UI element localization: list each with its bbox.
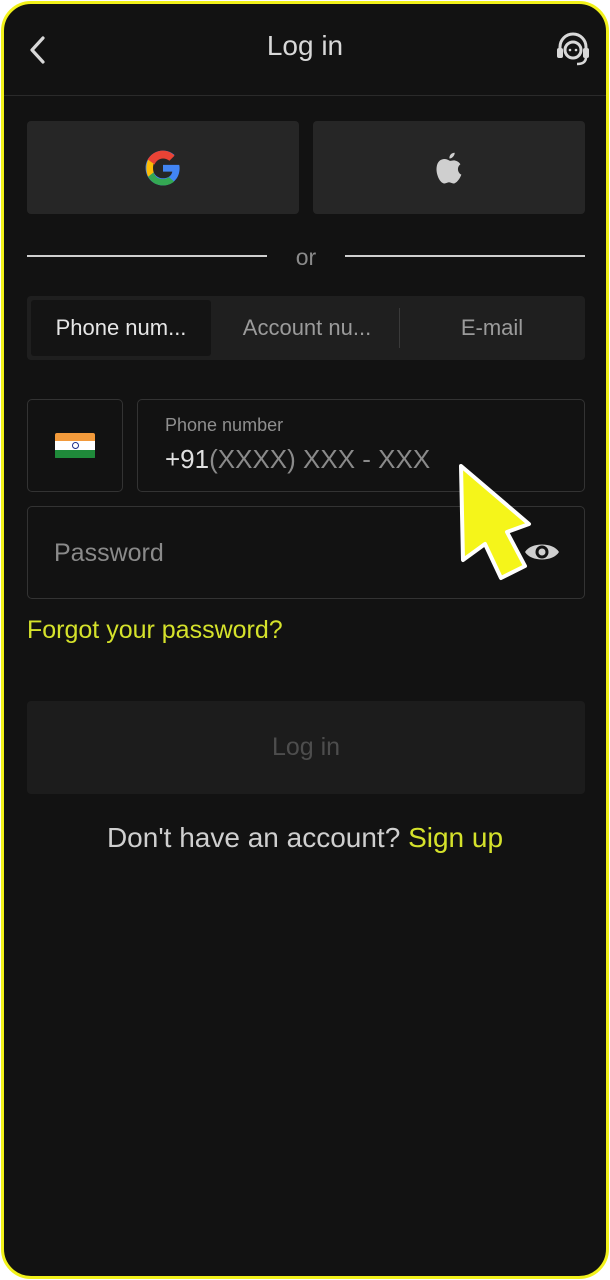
google-icon [145, 150, 180, 185]
phone-number-label: Phone number [165, 415, 284, 435]
country-code-selector[interactable] [27, 399, 123, 492]
show-password-button[interactable] [522, 535, 562, 569]
password-field[interactable]: Password [27, 506, 585, 599]
india-flag-icon [55, 432, 95, 459]
login-button[interactable]: Log in [27, 701, 585, 794]
phone-prefix: +91 [165, 444, 210, 474]
apple-icon [436, 152, 462, 183]
google-login-button[interactable] [27, 121, 299, 214]
support-button[interactable] [550, 26, 596, 72]
password-placeholder: Password [54, 539, 164, 567]
divider-line-left [27, 255, 267, 257]
header-bar: Log in [4, 4, 606, 96]
signup-prompt: Don't have an account? Sign up [4, 822, 606, 854]
tab-email[interactable]: E-mail [402, 300, 582, 356]
phone-placeholder: (XXXX) XXX - XXX [209, 444, 431, 474]
signup-link[interactable]: Sign up [408, 822, 503, 853]
signup-text: Don't have an account? [106, 822, 401, 853]
page-title: Log in [266, 30, 344, 61]
apple-login-button[interactable] [313, 121, 585, 214]
phone-number-field[interactable]: Phone number +91(XXXX) XXX - XXX [137, 399, 585, 492]
eye-icon [525, 544, 559, 560]
screenshot-frame: Log in or Phone num... Account nu... E-m… [0, 0, 610, 1280]
tab-account-number[interactable]: Account nu... [217, 300, 397, 356]
phone-screen: Log in or Phone num... Account nu... E-m… [1, 1, 609, 1279]
tab-phone-number[interactable]: Phone num... [31, 300, 211, 356]
headset-support-icon [557, 32, 589, 66]
tab-separator [399, 308, 400, 348]
phone-number-input[interactable]: +91(XXXX) XXX - XXX [165, 444, 430, 475]
login-method-tabs: Phone num... Account nu... E-mail [27, 296, 585, 360]
divider-line-right [345, 255, 585, 257]
forgot-password-link[interactable]: Forgot your password? [27, 616, 283, 645]
divider-or-text: or [295, 244, 317, 270]
